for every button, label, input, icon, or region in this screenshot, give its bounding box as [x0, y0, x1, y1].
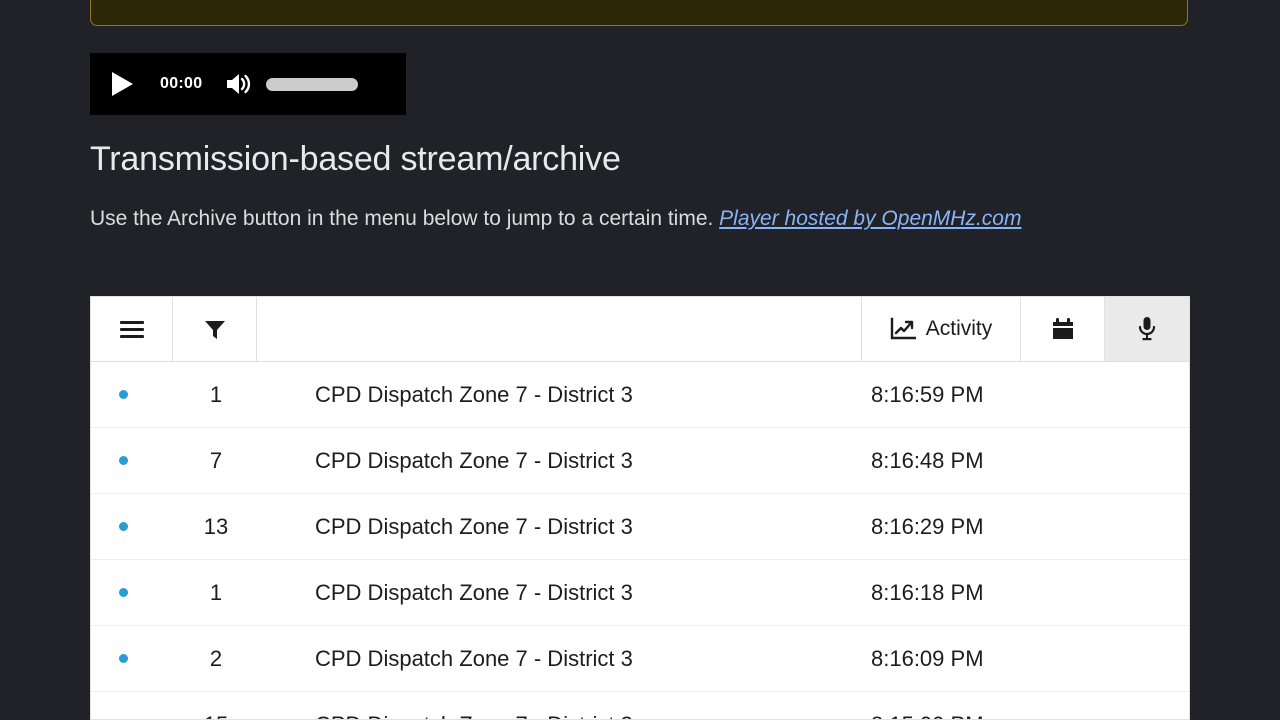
row-length: 2: [209, 645, 223, 671]
live-mic-button[interactable]: [1105, 297, 1189, 361]
table-toolbar: Activity: [91, 297, 1189, 362]
row-status: [91, 522, 156, 531]
row-time: 8:16:09 PM: [871, 645, 984, 671]
toolbar-spacer: [257, 297, 862, 361]
page-title: Transmission-based stream/archive: [90, 140, 621, 178]
row-time: 8:16:59 PM: [871, 381, 984, 407]
row-status: [91, 456, 156, 465]
row-time: 8:16:18 PM: [871, 579, 984, 605]
play-icon[interactable]: [112, 72, 133, 96]
status-dot-icon: [119, 654, 128, 663]
row-name: CPD Dispatch Zone 7 - District 3: [315, 381, 633, 407]
status-dot-icon: [119, 588, 128, 597]
table-row[interactable]: 1 CPD Dispatch Zone 7 - District 3 8:16:…: [91, 362, 1189, 428]
row-name: CPD Dispatch Zone 7 - District 3: [315, 447, 633, 473]
page-root: 00:00 Transmission-based stream/archive …: [0, 0, 1280, 720]
status-dot-icon: [119, 522, 128, 531]
alert-banner: [90, 0, 1188, 26]
section-description: Use the Archive button in the menu below…: [90, 200, 1100, 238]
audio-player: 00:00: [90, 53, 406, 115]
row-status: [91, 390, 156, 399]
table-row[interactable]: 1 CPD Dispatch Zone 7 - District 3 8:16:…: [91, 560, 1189, 626]
description-text: Use the Archive button in the menu below…: [90, 207, 720, 230]
volume-slider[interactable]: [266, 77, 359, 91]
row-name: CPD Dispatch Zone 7 - District 3: [276, 712, 863, 720]
row-name: CPD Dispatch Zone 7 - District 3: [315, 513, 633, 539]
player-time: 00:00: [160, 75, 203, 92]
row-name: CPD Dispatch Zone 7 - District 3: [315, 579, 633, 605]
table-row[interactable]: 13 CPD Dispatch Zone 7 - District 3 8:16…: [91, 494, 1189, 560]
row-time: 8:16:29 PM: [871, 513, 984, 539]
filter-button[interactable]: [173, 297, 257, 361]
row-time: 8:16:48 PM: [871, 447, 984, 473]
row-length: 7: [209, 447, 223, 473]
table-row[interactable]: 15 CPD Dispatch Zone 7 - District 3 8:15…: [91, 692, 1189, 720]
row-length: 13: [203, 513, 229, 539]
row-length: 1: [209, 579, 223, 605]
row-name: CPD Dispatch Zone 7 - District 3: [315, 645, 633, 671]
row-length: 15: [156, 712, 276, 720]
volume-icon[interactable]: [224, 71, 252, 97]
activity-button[interactable]: Activity: [862, 297, 1021, 361]
calendar-icon: [1052, 317, 1073, 339]
menu-button[interactable]: [91, 297, 173, 361]
activity-label: Activity: [925, 317, 993, 340]
archive-calendar-button[interactable]: [1021, 297, 1105, 361]
row-time: 8:15:00 PM: [863, 712, 1189, 720]
microphone-icon: [1138, 317, 1156, 341]
transmissions-table: Activity 1 CPD Dispatch Zone 7 - Distric…: [90, 296, 1190, 720]
row-status: [91, 588, 156, 597]
row-status: [91, 654, 156, 663]
table-row[interactable]: 7 CPD Dispatch Zone 7 - District 3 8:16:…: [91, 428, 1189, 494]
hamburger-menu-icon: [119, 320, 144, 338]
status-dot-icon: [119, 456, 128, 465]
filter-funnel-icon: [204, 321, 225, 339]
row-length: 1: [209, 381, 223, 407]
chart-line-icon: [890, 317, 916, 340]
table-row[interactable]: 2 CPD Dispatch Zone 7 - District 3 8:16:…: [91, 626, 1189, 692]
status-dot-icon: [119, 390, 128, 399]
openmhz-link[interactable]: Player hosted by OpenMHz.com: [719, 207, 1021, 230]
